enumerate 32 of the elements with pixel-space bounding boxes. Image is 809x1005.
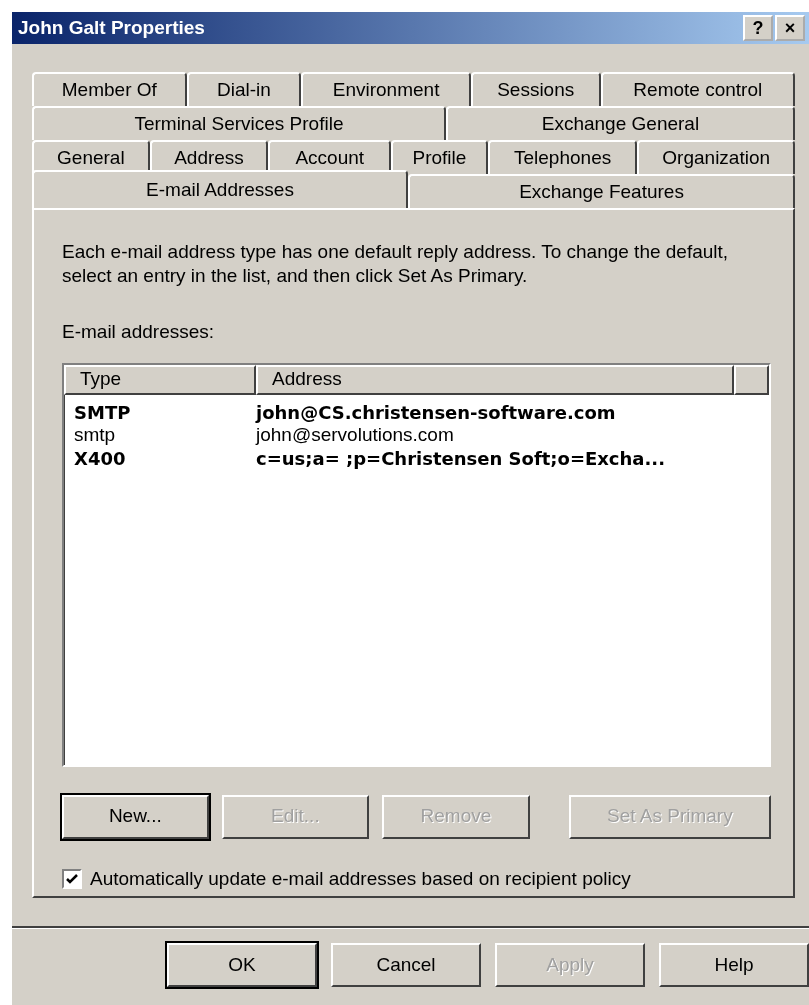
checkbox-label: Automatically update e-mail addresses based on recipient policy xyxy=(90,866,631,891)
tab[interactable]: Profile xyxy=(391,140,488,174)
column-header[interactable]: Type xyxy=(64,364,256,395)
table-cell-text: smtp xyxy=(73,422,117,447)
checkmark-icon xyxy=(65,871,79,886)
column-header[interactable]: Address xyxy=(256,364,734,395)
tab[interactable]: Remote control xyxy=(600,72,795,106)
button[interactable]: New... xyxy=(62,794,209,839)
tab[interactable]: Terminal Services Profile xyxy=(32,106,446,140)
tab[interactable]: Organization xyxy=(637,140,795,174)
checkbox[interactable] xyxy=(62,868,82,889)
button[interactable]: OK xyxy=(167,943,317,987)
window-title: John Galt Properties xyxy=(18,15,206,40)
table-cell-text: X400 xyxy=(73,446,127,471)
table-cell-text: john@servolutions.com xyxy=(256,423,455,447)
button[interactable]: Help xyxy=(659,943,809,987)
table-cell-text: c=us;a= ;p=Christensen Soft;o=Excha... xyxy=(256,446,667,471)
tab[interactable]: E-mail Addresses xyxy=(32,170,408,208)
tab[interactable]: Telephones xyxy=(487,140,638,174)
table-cell-text: john@CS.christensen-software.com xyxy=(256,400,617,425)
tab[interactable]: Sessions xyxy=(470,72,601,106)
table-cell-text: SMTP xyxy=(73,400,132,425)
tab[interactable]: Environment xyxy=(301,72,471,106)
tab[interactable]: Exchange General xyxy=(445,106,795,140)
tab[interactable]: Member Of xyxy=(32,72,187,106)
tab[interactable]: Exchange Features xyxy=(408,174,795,208)
tab[interactable]: Dial-in xyxy=(186,72,302,106)
list-label: E-mail addresses: xyxy=(62,320,215,344)
button[interactable]: Cancel xyxy=(331,943,481,987)
description-text: Each e-mail address type has one default reply address. To change the default, select an entry in the list, and then click Set As Primary. xyxy=(62,240,730,288)
help-button[interactable]: ? xyxy=(743,15,773,41)
close-button[interactable]: × xyxy=(775,15,805,41)
